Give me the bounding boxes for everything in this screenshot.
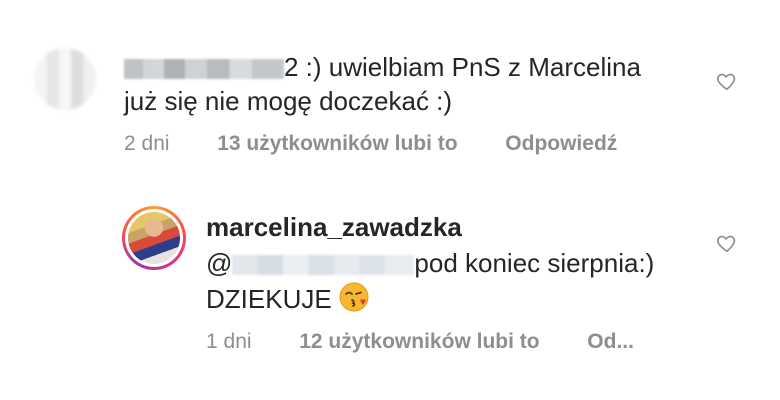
mention[interactable]: @ xyxy=(206,248,415,278)
heart-outline-icon[interactable] xyxy=(716,70,738,92)
reply-button[interactable]: Od... xyxy=(587,330,634,353)
likes-count[interactable]: 13 użytkowników lubi to xyxy=(217,132,457,155)
heart-outline-icon[interactable] xyxy=(716,232,738,254)
comment-meta: 2 dni 13 użytkowników lubi to Odpowiedź xyxy=(124,132,617,156)
redacted-username xyxy=(124,59,284,80)
redacted-mention xyxy=(232,255,415,276)
comment-text-line-1: 2 :) uwielbiam PnS z Marcelina xyxy=(124,52,641,82)
comment-time[interactable]: 2 dni xyxy=(124,132,170,155)
comment-meta: 1 dni 12 użytkowników lubi to Od... xyxy=(206,330,634,354)
profile-photo xyxy=(128,212,180,264)
comment-text-line-2: już się nie mogę doczekać :) xyxy=(124,86,453,116)
comment-time[interactable]: 1 dni xyxy=(206,330,252,353)
avatar[interactable] xyxy=(34,48,96,110)
likes-count[interactable]: 12 użytkowników lubi to xyxy=(299,330,539,353)
comment-text-line-2: DZIEKUJE xyxy=(206,282,369,314)
avatar[interactable] xyxy=(122,206,186,270)
kissing-face-emoji xyxy=(339,282,369,312)
reply-button[interactable]: Odpowiedź xyxy=(505,132,617,155)
comment-username[interactable]: marcelina_zawadzka xyxy=(206,212,462,242)
comment-text-line-1: @ pod koniec sierpnia:) xyxy=(206,248,655,278)
